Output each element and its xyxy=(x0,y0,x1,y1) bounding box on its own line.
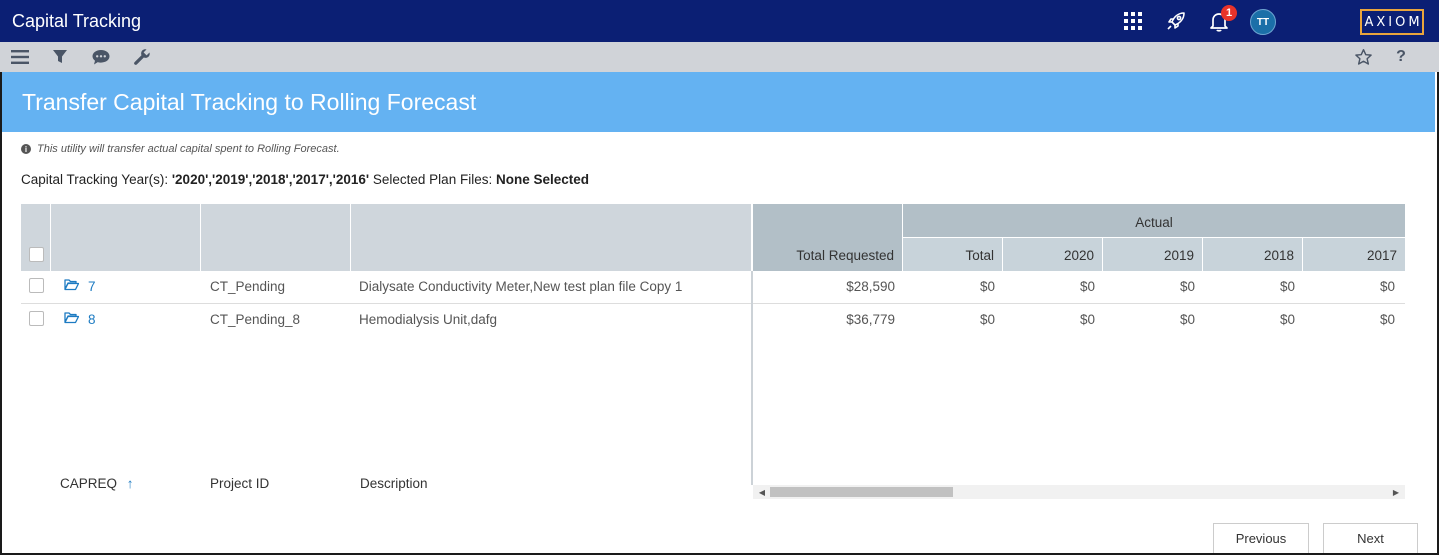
app-title: Capital Tracking xyxy=(12,11,142,31)
column-separator xyxy=(50,204,51,271)
column-header-total-requested[interactable]: Total Requested xyxy=(753,204,902,271)
info-message: i This utility will transfer actual capi… xyxy=(21,143,340,155)
column-header-total[interactable]: Total xyxy=(903,238,1002,271)
column-header-2017[interactable]: 2017 xyxy=(1303,238,1405,271)
page-banner: Transfer Capital Tracking to Rolling For… xyxy=(2,72,1435,132)
scroll-left-icon[interactable]: ◀ xyxy=(755,485,769,499)
years-label: Capital Tracking Year(s): xyxy=(21,172,169,187)
star-icon[interactable] xyxy=(1353,47,1373,67)
axiom-logo: AXIOM xyxy=(1360,9,1424,35)
y2017-header-label: 2017 xyxy=(1366,248,1397,263)
folder-icon[interactable] xyxy=(64,278,80,294)
project-id-cell: CT_Pending xyxy=(210,279,286,294)
table-row[interactable]: 7 CT_Pending Dialysate Conductivity Mete… xyxy=(21,271,1405,304)
wrench-icon[interactable] xyxy=(132,47,152,67)
actual-2017-cell: $0 xyxy=(1379,279,1395,294)
years-value: '2020','2019','2018','2017','2016' xyxy=(171,172,370,187)
chat-icon[interactable] xyxy=(91,47,111,67)
actual-2018-cell: $0 xyxy=(1279,279,1295,294)
capreq-link[interactable]: 7 xyxy=(88,279,96,294)
selection-summary: Capital Tracking Year(s): '2020','2019',… xyxy=(21,172,589,187)
actual-2020-cell: $0 xyxy=(1079,279,1095,294)
grid-header-left xyxy=(21,204,751,271)
plan-files-label: Selected Plan Files: xyxy=(372,172,493,187)
sort-asc-icon: ↑ xyxy=(126,476,134,491)
actual-2020-cell: $0 xyxy=(1079,312,1095,327)
actual-2018-cell: $0 xyxy=(1279,312,1295,327)
question-icon[interactable]: ? xyxy=(1391,47,1411,67)
capreq-link[interactable]: 8 xyxy=(88,312,96,327)
actual-total-cell: $0 xyxy=(979,312,995,327)
notification-badge: 1 xyxy=(1221,5,1237,21)
scrollbar-thumb[interactable] xyxy=(770,487,953,497)
grid-icon[interactable] xyxy=(1121,9,1145,33)
description-cell: Hemodialysis Unit,dafg xyxy=(359,312,498,327)
row-checkbox[interactable] xyxy=(29,278,44,293)
page-title: Transfer Capital Tracking to Rolling For… xyxy=(22,89,477,115)
hamburger-icon[interactable] xyxy=(10,47,30,67)
column-header-2018[interactable]: 2018 xyxy=(1203,238,1302,271)
actual-2017-cell: $0 xyxy=(1379,312,1395,327)
scroll-right-icon[interactable]: ▶ xyxy=(1389,485,1403,499)
total-requested-cell: $36,779 xyxy=(846,312,895,327)
filter-icon[interactable] xyxy=(50,47,70,67)
rocket-icon[interactable] xyxy=(1164,9,1188,33)
actual-2019-cell: $0 xyxy=(1179,312,1195,327)
total-requested-cell: $28,590 xyxy=(846,279,895,294)
info-icon: i xyxy=(21,144,31,154)
horizontal-scrollbar[interactable]: ◀ ▶ xyxy=(753,485,1405,499)
total-header-label: Total xyxy=(965,248,994,263)
y2020-header-label: 2020 xyxy=(1063,248,1094,263)
total-requested-header-label: Total Requested xyxy=(796,248,894,263)
column-header-capreq[interactable]: CAPREQ ↑ xyxy=(60,476,134,491)
plan-files-value: None Selected xyxy=(495,172,589,187)
column-header-description[interactable]: Description xyxy=(360,476,428,491)
table-row[interactable]: 8 CT_Pending_8 Hemodialysis Unit,dafg $3… xyxy=(21,304,1405,337)
top-bar: Capital Tracking 1 TT AXIOM xyxy=(0,0,1439,42)
actual-2019-cell: $0 xyxy=(1179,279,1195,294)
capital-grid: CAPREQ ↑ Project ID Description Total Re… xyxy=(21,204,1405,499)
avatar[interactable]: TT xyxy=(1250,9,1276,35)
capreq-header-label: CAPREQ xyxy=(60,476,118,491)
actual-group-label: Actual xyxy=(1135,215,1173,230)
description-cell: Dialysate Conductivity Meter,New test pl… xyxy=(359,279,683,294)
column-header-project-id[interactable]: Project ID xyxy=(210,476,269,491)
info-text: This utility will transfer actual capita… xyxy=(37,143,340,155)
actual-total-cell: $0 xyxy=(979,279,995,294)
select-all-checkbox[interactable] xyxy=(29,247,44,262)
project-id-cell: CT_Pending_8 xyxy=(210,312,301,327)
previous-button[interactable]: Previous xyxy=(1213,523,1309,553)
row-checkbox[interactable] xyxy=(29,311,44,326)
column-separator xyxy=(200,204,201,271)
column-header-2019[interactable]: 2019 xyxy=(1103,238,1202,271)
y2018-header-label: 2018 xyxy=(1263,248,1294,263)
y2019-header-label: 2019 xyxy=(1163,248,1194,263)
bell-icon[interactable]: 1 xyxy=(1207,5,1237,33)
column-separator xyxy=(350,204,351,271)
toolbar: ? xyxy=(0,42,1439,72)
folder-icon[interactable] xyxy=(64,311,80,327)
frozen-column-splitter[interactable] xyxy=(751,271,753,485)
next-button[interactable]: Next xyxy=(1323,523,1418,553)
column-header-2020[interactable]: 2020 xyxy=(1003,238,1102,271)
column-group-actual: Actual xyxy=(903,204,1405,237)
